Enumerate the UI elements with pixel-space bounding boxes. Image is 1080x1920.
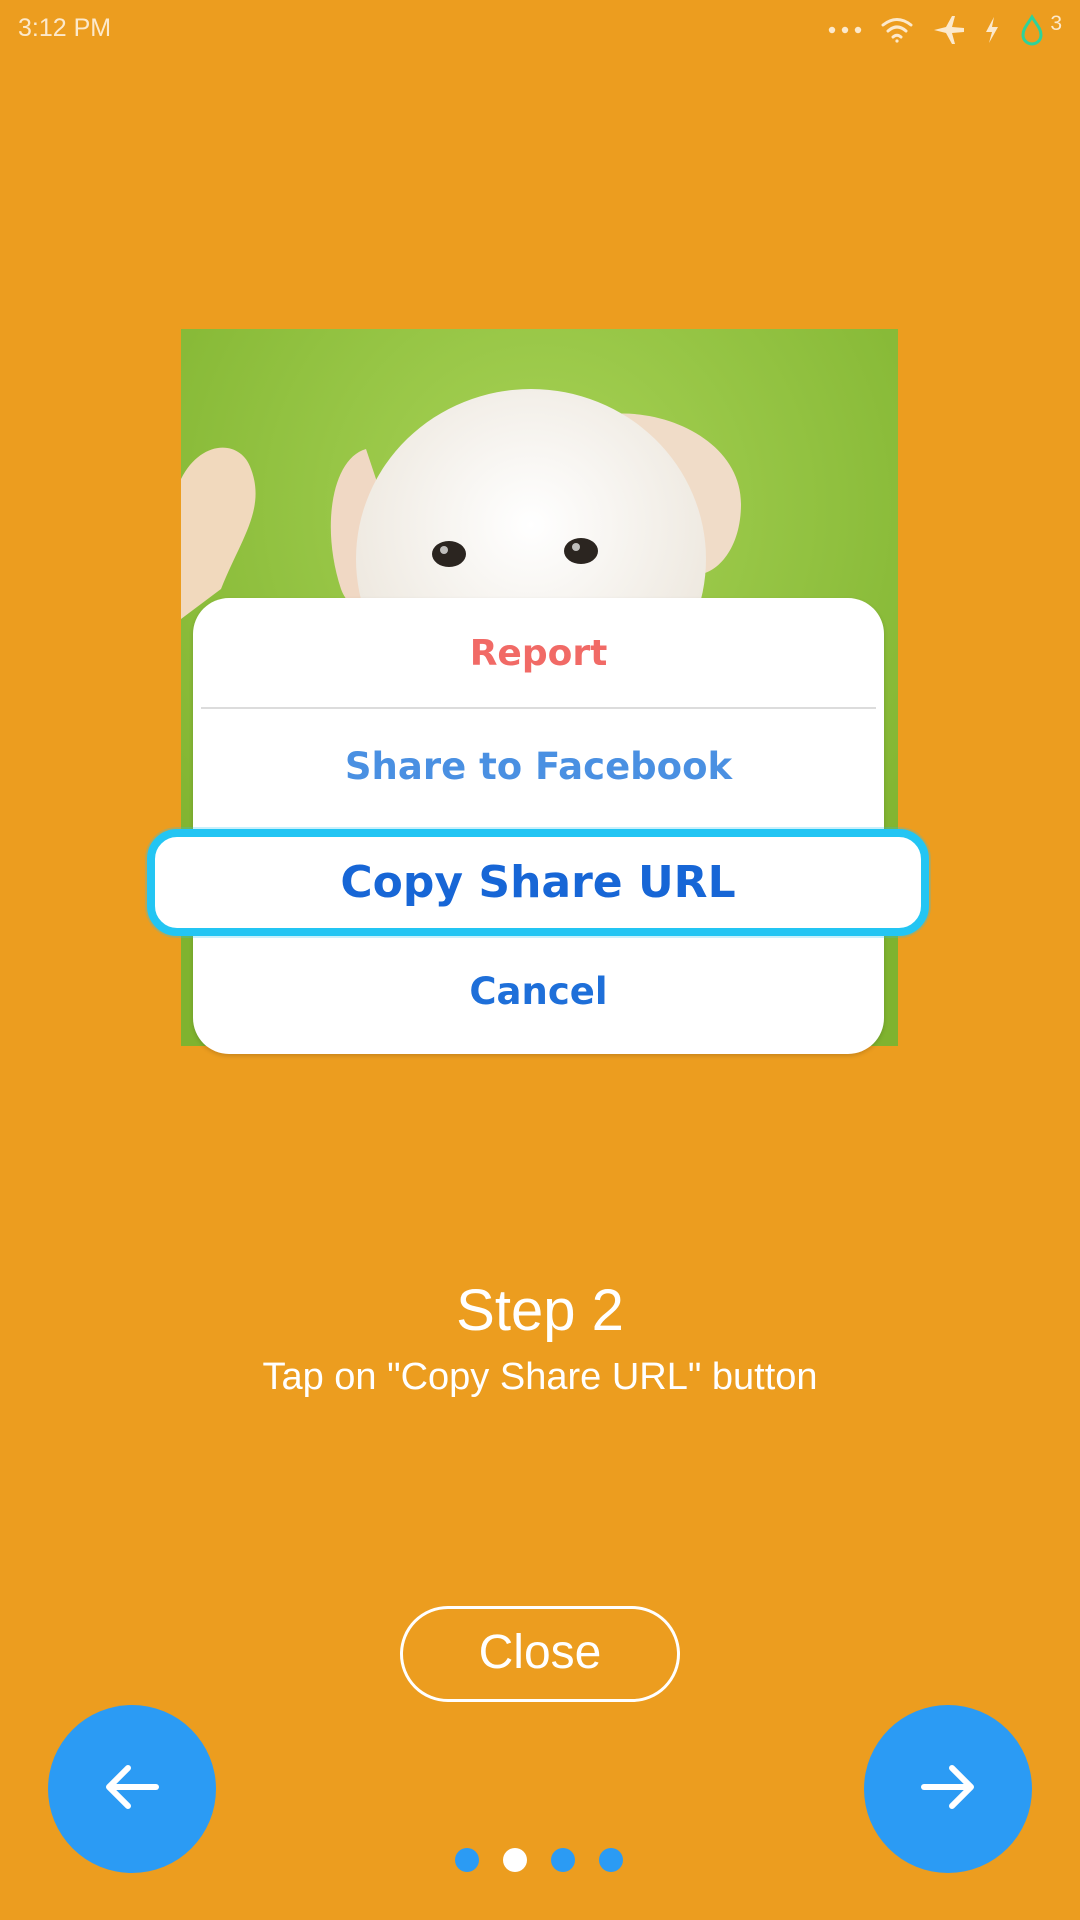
- share-action-sheet: Report Share to Facebook Cancel: [193, 598, 884, 1054]
- copy-share-url-option[interactable]: Copy Share URL: [147, 829, 929, 936]
- step-description: Tap on "Copy Share URL" button: [262, 1356, 818, 1398]
- previous-step-button[interactable]: [48, 1705, 216, 1873]
- next-step-button[interactable]: [864, 1705, 1032, 1873]
- page-dot[interactable]: [551, 1848, 575, 1872]
- close-button[interactable]: Close: [400, 1606, 680, 1702]
- copy-share-url-label: Copy Share URL: [340, 857, 736, 908]
- report-option[interactable]: Report: [193, 628, 884, 680]
- page-dot[interactable]: [599, 1848, 623, 1872]
- more-dots-icon: [828, 25, 862, 35]
- step-title: Step 2: [456, 1278, 624, 1343]
- status-time: 3:12 PM: [18, 14, 112, 42]
- page-dot[interactable]: [455, 1848, 479, 1872]
- charging-icon: [984, 16, 1000, 44]
- status-icons: 3: [828, 10, 1062, 50]
- battery-level: 3: [1050, 12, 1062, 35]
- arrow-left-icon: [104, 1763, 160, 1815]
- wifi-icon: [880, 16, 914, 44]
- page-dot-active[interactable]: [503, 1848, 527, 1872]
- airplane-mode-icon: [932, 14, 966, 46]
- status-bar: 3:12 PM 3: [0, 0, 1080, 62]
- sheet-divider: [201, 707, 876, 709]
- share-facebook-option[interactable]: Share to Facebook: [193, 741, 884, 793]
- battery-drop-icon: [1018, 14, 1046, 46]
- cancel-option[interactable]: Cancel: [193, 966, 884, 1018]
- page-indicator: [455, 1848, 623, 1872]
- arrow-right-icon: [920, 1763, 976, 1815]
